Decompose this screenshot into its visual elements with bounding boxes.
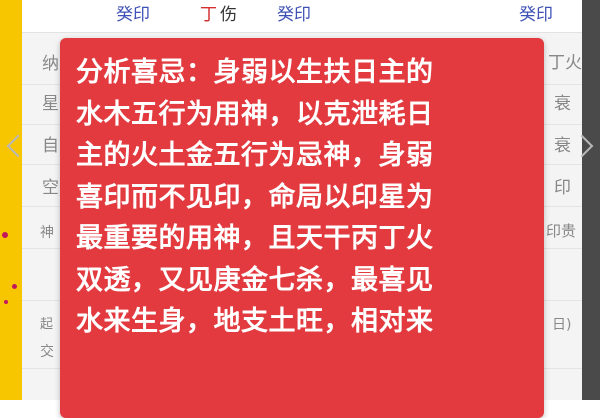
side-accent-bar	[0, 0, 22, 400]
row-label-7: 交	[40, 344, 54, 360]
right-value-3: 衰	[554, 136, 571, 156]
header-row: 癸印 丁 伤 癸印 癸印	[22, 0, 582, 33]
analysis-line: 主的火土金五行为忌神，身弱	[76, 140, 434, 171]
analysis-line: 水来生身，地支土旺，相对来	[76, 306, 434, 337]
decor-dot	[12, 284, 17, 289]
decor-dot	[2, 232, 8, 238]
side-dark-bar	[582, 0, 600, 400]
right-value-4: 印	[554, 178, 571, 198]
header-cell-2: 丁	[200, 5, 217, 25]
row-label-4: 空	[42, 178, 59, 198]
analysis-popup: 分析喜忌：身弱以生扶日主的 水木五行为用神，以克泄耗日 主的火土金五行为忌神，身…	[60, 38, 544, 418]
right-value-1: 丁火	[548, 53, 582, 73]
analysis-text: 分析喜忌：身弱以生扶日主的 水木五行为用神，以克泄耗日 主的火土金五行为忌神，身…	[76, 52, 536, 343]
row-label-1: 纳	[42, 54, 59, 74]
analysis-line: 双透，又见庚金七杀，最喜见	[76, 264, 434, 296]
analysis-line: 最重要的用神，且天干丙丁火	[76, 223, 434, 254]
decor-dot	[4, 300, 8, 304]
row-label-5: 神	[40, 225, 54, 241]
header-cell-5: 癸印	[519, 5, 553, 25]
header-cell-3: 伤	[220, 5, 237, 25]
row-label-6: 起	[40, 317, 54, 332]
analysis-line: 水木五行为用神，以克泄耗日	[76, 98, 434, 130]
right-value-6: 日)	[552, 317, 572, 333]
right-value-2: 衰	[554, 94, 571, 114]
header-cell-1: 癸印	[116, 5, 150, 25]
header-cell-4: 癸印	[277, 5, 311, 25]
analysis-line: 分析喜忌：身弱以生扶日主的	[76, 57, 434, 88]
right-value-5: 印贵	[546, 222, 577, 240]
row-label-3: 自	[42, 136, 59, 156]
row-label-2: 星	[42, 94, 59, 114]
analysis-line: 喜印而不见印，命局以印星为	[76, 181, 434, 213]
